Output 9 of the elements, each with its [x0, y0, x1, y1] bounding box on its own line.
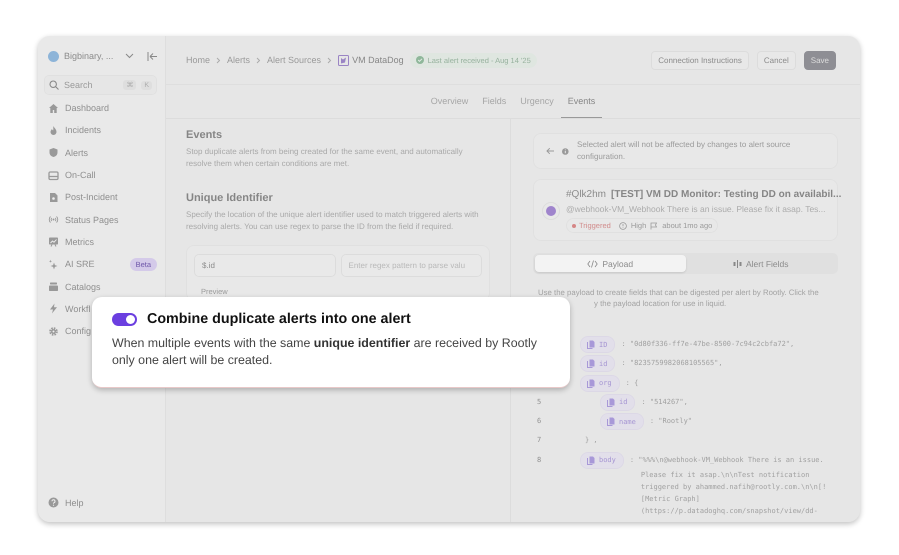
alert-body: @webhook-VM_Webhook There is an issue. Please fix it asap. Tes... — [566, 204, 827, 214]
section-description: Specify the location of the unique alert identifier used to match triggered alerts with resolving alerts. You can use regex to parse the ID from the field if required. — [186, 209, 480, 233]
section-description: Stop duplicate alerts from being created for the same event, and automatically resolve them when certain conditions are met. — [186, 146, 464, 170]
alert-id: #Qlk2hm — [566, 189, 606, 200]
section-title: Events — [186, 129, 224, 141]
option-title: Combine duplicate alerts into one alert — [147, 311, 411, 327]
option-description: When multiple events with the same unique identifier are received by Rootly only one alert will be created. — [112, 335, 538, 369]
section-title: Unique Identifier — [186, 192, 274, 204]
notice-text: Selected alert will not be affected by changes to alert source configuration. — [577, 139, 792, 163]
